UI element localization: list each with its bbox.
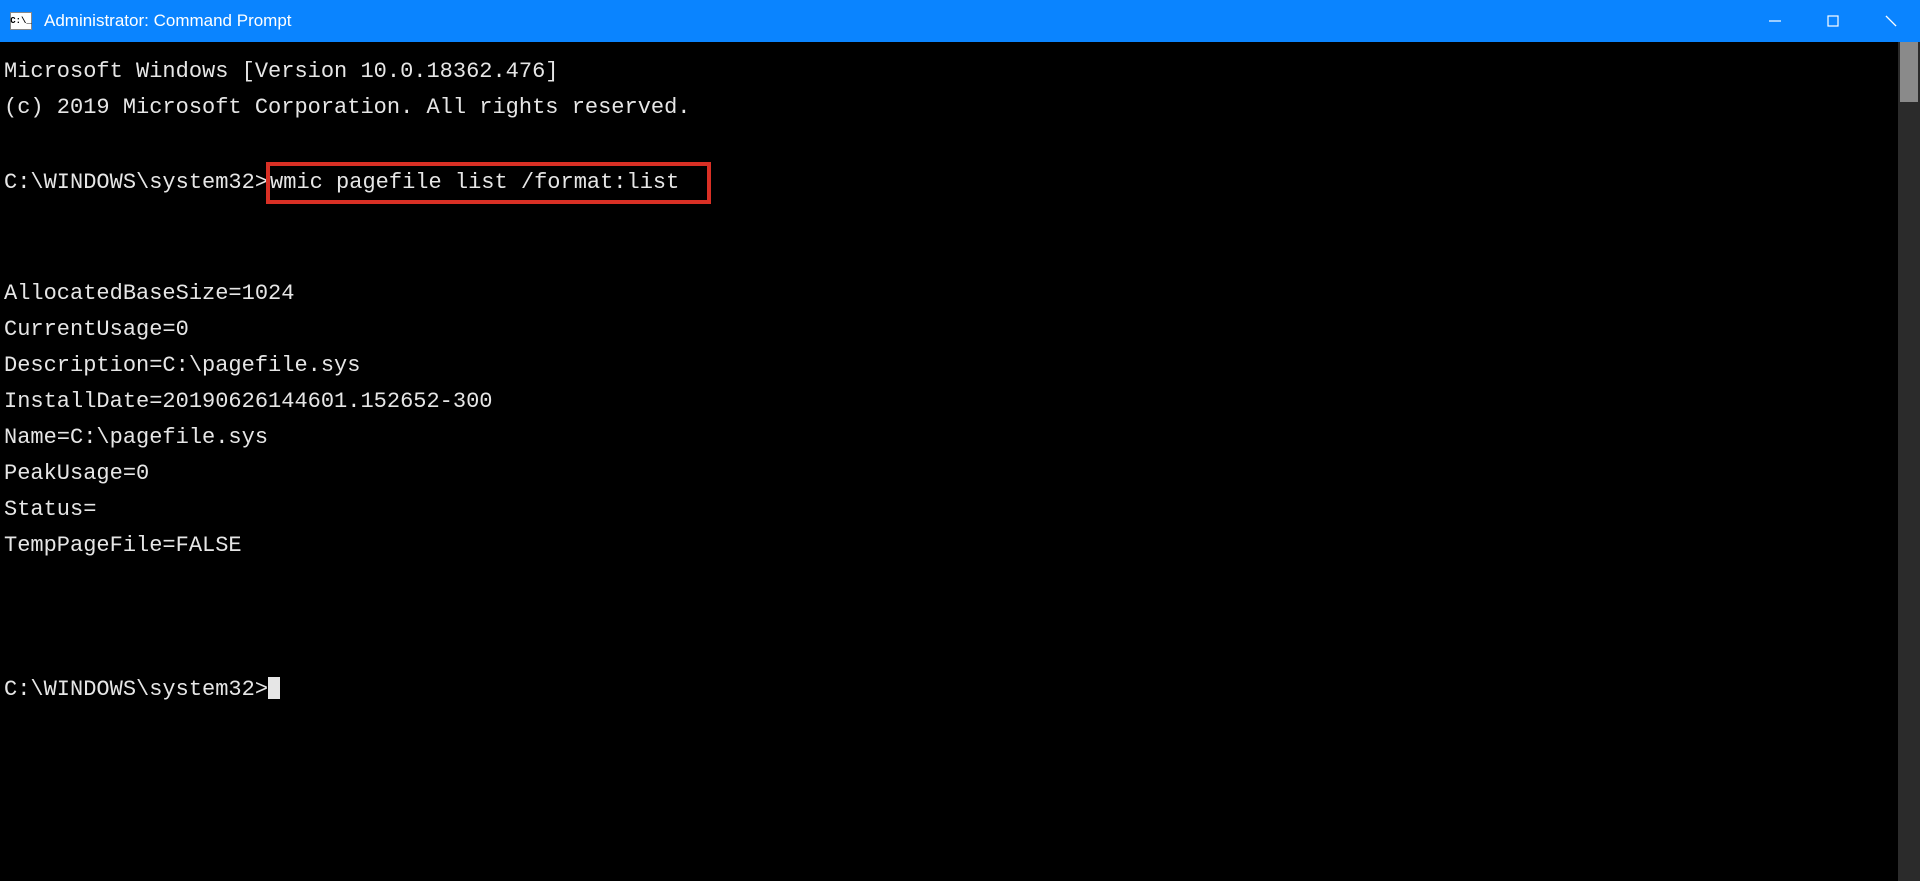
output-install-date: InstallDate=20190626144601.152652-300 [4, 389, 492, 414]
output-peak-usage: PeakUsage=0 [4, 461, 149, 486]
prompt-path-2: C:\WINDOWS\system32> [4, 677, 268, 702]
highlighted-command-box: wmic pagefile list /format:list [266, 162, 711, 204]
cmd-window: C:\_ Administrator: Command Prompt Micro… [0, 0, 1920, 881]
terminal-content[interactable]: Microsoft Windows [Version 10.0.18362.47… [0, 42, 1898, 881]
maximize-button[interactable] [1804, 0, 1862, 42]
cursor-icon [268, 677, 280, 699]
close-icon [1884, 14, 1898, 28]
output-description: Description=C:\pagefile.sys [4, 353, 360, 378]
os-version-line: Microsoft Windows [Version 10.0.18362.47… [4, 59, 559, 84]
window-controls [1746, 0, 1920, 42]
client-area: Microsoft Windows [Version 10.0.18362.47… [0, 42, 1920, 881]
close-button[interactable] [1862, 0, 1920, 42]
minimize-button[interactable] [1746, 0, 1804, 42]
minimize-icon [1768, 14, 1782, 28]
prompt-path: C:\WINDOWS\system32> [4, 170, 268, 195]
output-current-usage: CurrentUsage=0 [4, 317, 189, 342]
output-allocated-base-size: AllocatedBaseSize=1024 [4, 281, 294, 306]
copyright-line: (c) 2019 Microsoft Corporation. All righ… [4, 95, 691, 120]
typed-command: wmic pagefile list /format:list [270, 170, 679, 195]
output-status: Status= [4, 497, 96, 522]
titlebar[interactable]: C:\_ Administrator: Command Prompt [0, 0, 1920, 42]
vertical-scrollbar[interactable] [1898, 42, 1920, 881]
output-name: Name=C:\pagefile.sys [4, 425, 268, 450]
scrollbar-thumb[interactable] [1900, 42, 1918, 102]
output-temp-page-file: TempPageFile=FALSE [4, 533, 242, 558]
window-title: Administrator: Command Prompt [44, 11, 1746, 31]
cmd-app-icon: C:\_ [10, 12, 32, 30]
maximize-icon [1826, 14, 1840, 28]
